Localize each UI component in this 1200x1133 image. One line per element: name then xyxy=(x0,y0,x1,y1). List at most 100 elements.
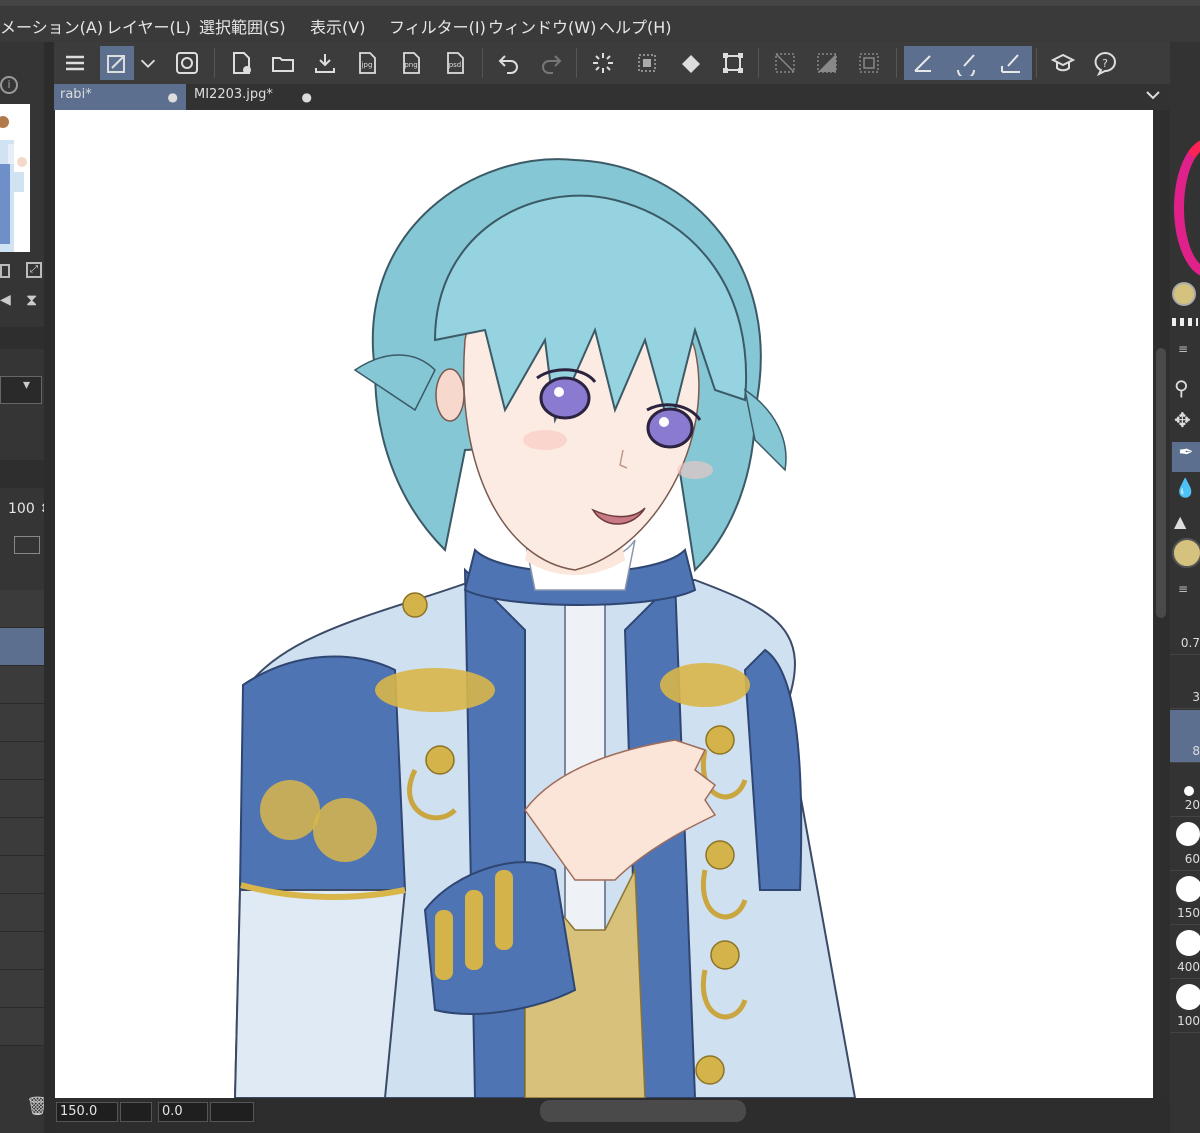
canvas-vertical-scrollbar[interactable] xyxy=(1153,110,1170,1098)
clear-icon[interactable] xyxy=(586,46,620,80)
tab-mi2203[interactable]: MI2203.jpg* ● xyxy=(188,84,320,110)
tab-list-chevron-icon[interactable] xyxy=(1144,86,1162,108)
scrollbar-thumb[interactable] xyxy=(1156,348,1166,618)
export-psd-label: psd xyxy=(449,61,462,69)
save-icon[interactable] xyxy=(308,46,342,80)
panel-menu-icon[interactable]: ≡ xyxy=(1178,582,1188,596)
menu-selection[interactable]: 選択範囲(S) xyxy=(199,14,286,38)
layer-row[interactable] xyxy=(0,666,44,704)
eraser-tool-icon[interactable]: ▲ xyxy=(1174,512,1186,531)
brush-size-label: 8 xyxy=(1192,744,1200,758)
main-color-swatch[interactable] xyxy=(1172,282,1196,306)
edit-icon[interactable] xyxy=(100,46,134,80)
zoom-field[interactable]: 150.0 xyxy=(56,1102,118,1122)
layer-row[interactable] xyxy=(0,742,44,780)
new-file-icon[interactable] xyxy=(224,46,258,80)
invert-selection-icon[interactable] xyxy=(810,46,844,80)
snap-grid-icon[interactable] xyxy=(994,46,1028,80)
mask-icon[interactable] xyxy=(14,536,40,554)
clip-studio-icon[interactable] xyxy=(170,46,204,80)
select-all-icon[interactable] xyxy=(852,46,886,80)
angle-field[interactable]: 0.0 xyxy=(158,1102,208,1122)
canvas[interactable] xyxy=(55,110,1153,1098)
layer-row[interactable] xyxy=(0,856,44,894)
panel-splitter[interactable] xyxy=(44,42,54,1133)
menu-animation[interactable]: メーション(A) xyxy=(0,14,103,38)
nav-fit-icon[interactable] xyxy=(0,264,10,278)
export-psd-icon[interactable]: psd xyxy=(438,46,472,80)
brush-size-item[interactable]: 150 xyxy=(1170,872,1200,925)
angle-slider[interactable] xyxy=(210,1102,254,1122)
color-wheel[interactable] xyxy=(1174,138,1200,278)
help-icon[interactable]: ? xyxy=(1088,46,1122,80)
navigator-info-icon[interactable]: i xyxy=(0,76,18,94)
status-bar: 150.0 0.0 xyxy=(54,1098,1170,1133)
deselect-icon[interactable] xyxy=(768,46,802,80)
navigator-thumbnail[interactable] xyxy=(0,104,30,252)
menu-layer[interactable]: レイヤー(L) xyxy=(106,14,191,38)
export-jpg-icon[interactable]: jpg xyxy=(350,46,384,80)
brush-size-label: 100 xyxy=(1177,1014,1200,1028)
fill-selection-icon[interactable] xyxy=(630,46,664,80)
menu-hamburger-icon[interactable] xyxy=(58,46,92,80)
brush-size-item[interactable]: 3 xyxy=(1170,656,1200,709)
panel-menu-icon[interactable]: ≡ xyxy=(1178,342,1188,356)
blend-tool-icon[interactable]: 💧 xyxy=(1174,478,1196,499)
separator xyxy=(576,48,577,78)
zoom-tool-icon[interactable]: ⚲ xyxy=(1174,376,1189,400)
redo-icon[interactable] xyxy=(534,46,568,80)
brush-size-item[interactable]: 0.7 xyxy=(1170,602,1200,655)
brush-size-item-selected[interactable]: 8 xyxy=(1170,710,1200,763)
artwork xyxy=(233,158,857,1098)
brush-size-item[interactable]: 20 xyxy=(1170,764,1200,817)
undo-icon[interactable] xyxy=(492,46,526,80)
unsaved-dot-icon: ● xyxy=(167,90,178,104)
snap-special-ruler-icon[interactable] xyxy=(950,46,984,80)
layer-blend-dropdown[interactable]: ▾ xyxy=(0,376,42,404)
layer-row[interactable] xyxy=(0,704,44,742)
svg-text:?: ? xyxy=(1102,57,1108,70)
menu-view[interactable]: 表示(V) xyxy=(310,14,365,38)
layer-row[interactable] xyxy=(0,894,44,932)
nav-left-icon[interactable]: ◀ xyxy=(0,292,11,308)
chevron-down-icon[interactable] xyxy=(136,46,160,80)
brush-size-item[interactable]: 100 xyxy=(1170,980,1200,1033)
layer-row[interactable] xyxy=(0,1008,44,1046)
menu-help[interactable]: ヘルプ(H) xyxy=(599,14,672,38)
layer-row[interactable] xyxy=(0,932,44,970)
snap-ruler-icon[interactable] xyxy=(906,46,940,80)
brush-size-label: 0.7 xyxy=(1180,636,1200,650)
export-png-icon[interactable]: png xyxy=(394,46,428,80)
fill-icon[interactable] xyxy=(674,46,708,80)
brush-size-item[interactable]: 400 xyxy=(1170,926,1200,979)
layer-row-selected[interactable] xyxy=(0,628,44,666)
opacity-value: 100 xyxy=(8,501,35,517)
separator xyxy=(896,48,897,78)
menu-window[interactable]: ウィンドウ(W) xyxy=(488,14,596,38)
separator xyxy=(758,48,759,78)
nav-flip-icon[interactable]: ⧗ xyxy=(26,290,37,310)
layer-row[interactable] xyxy=(0,780,44,818)
command-bar: jpg png psd ? xyxy=(54,42,1170,84)
move-tool-icon[interactable]: ✥ xyxy=(1174,408,1191,432)
pen-tool-icon[interactable]: ✒ xyxy=(1172,442,1200,472)
brush-dot-icon xyxy=(1176,876,1200,902)
export-jpg-label: jpg xyxy=(361,61,373,69)
zoom-slider[interactable] xyxy=(120,1102,152,1122)
menu-filter[interactable]: フィルター(I) xyxy=(389,14,486,38)
tab-rabi[interactable]: rabi* ● xyxy=(54,84,186,110)
brush-size-label: 150 xyxy=(1177,906,1200,920)
tool-color-swatch[interactable] xyxy=(1172,538,1200,568)
layer-row[interactable] xyxy=(0,818,44,856)
learn-icon[interactable] xyxy=(1046,46,1080,80)
layer-row[interactable] xyxy=(0,590,44,628)
transparent-color-icon[interactable] xyxy=(1172,318,1198,326)
horizontal-scrollbar-thumb[interactable] xyxy=(540,1100,746,1122)
brush-size-item[interactable]: 60 xyxy=(1170,818,1200,871)
separator xyxy=(1036,48,1037,78)
nav-expand-icon[interactable]: ⤢ xyxy=(26,262,42,278)
open-folder-icon[interactable] xyxy=(266,46,300,80)
brush-size-label: 20 xyxy=(1184,798,1200,812)
layer-row[interactable] xyxy=(0,970,44,1008)
transform-icon[interactable] xyxy=(716,46,750,80)
